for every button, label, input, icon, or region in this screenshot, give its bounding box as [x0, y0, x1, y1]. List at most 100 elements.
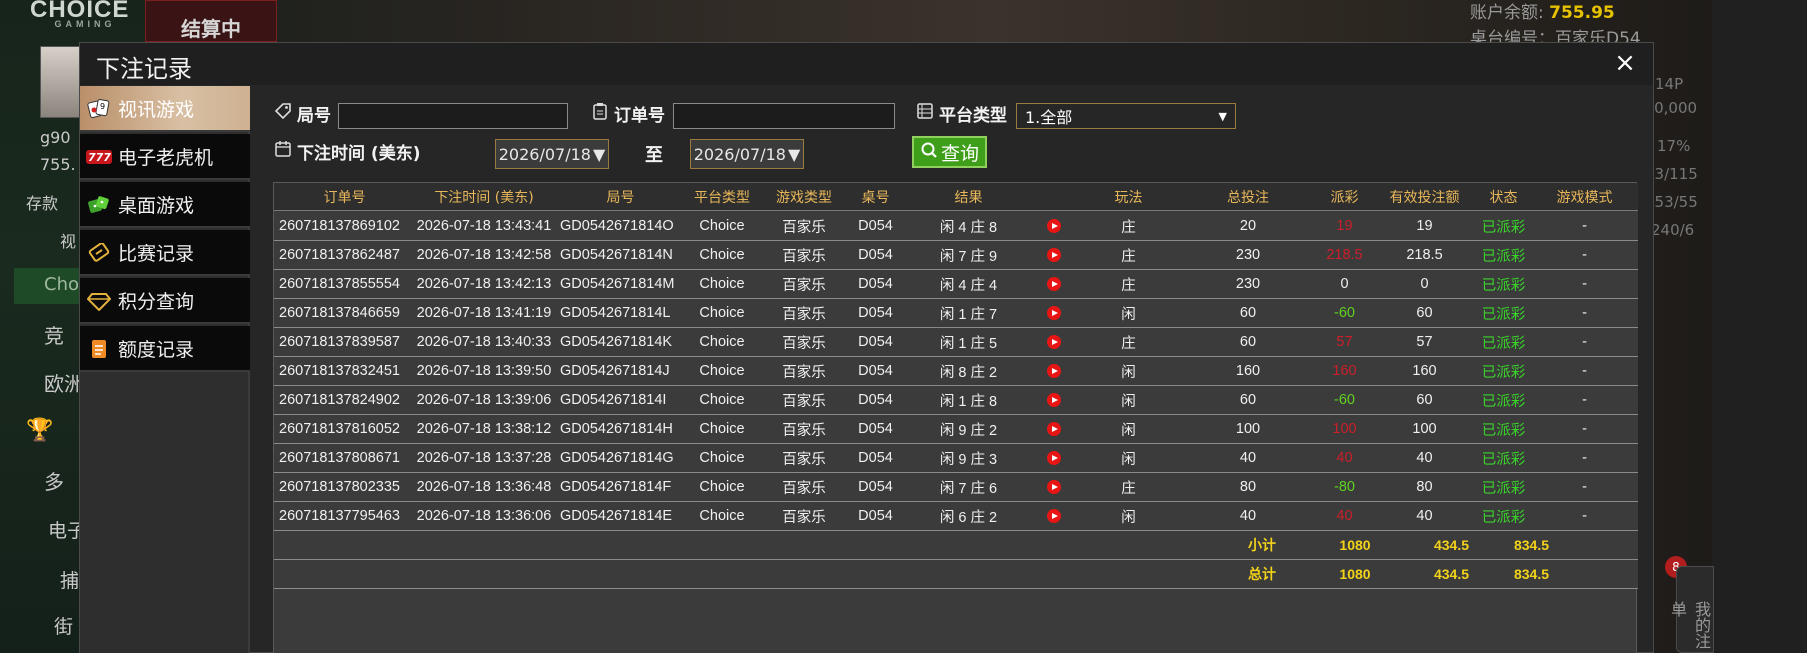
platform-select[interactable]: 1.全部 ▼ — [1016, 103, 1236, 129]
bg-europe[interactable]: 欧洲 — [44, 368, 84, 397]
order-filter-label: 订单号 — [590, 101, 665, 126]
table-row: 260718137846659 2026-07-18 13:41:19 GD0542… — [274, 299, 1638, 328]
cell-bet-time: 2026-07-18 13:41:19 — [416, 305, 552, 321]
cell-platform: Choice — [699, 392, 745, 408]
cell-replay[interactable] — [1031, 357, 1077, 385]
table-row: 260718137795463 2026-07-18 13:36:06 GD0542… — [274, 502, 1638, 531]
grand-total-row: 总计 1080 434.5 834.5 — [274, 560, 1638, 589]
sidebar-item-credit-records[interactable]: 额度记录 — [80, 326, 250, 372]
bet-time-label: 下注时间 (美东) — [273, 139, 420, 164]
bet-record-modal: 下注记录 × 9 视讯游戏 777 电子老虎机 桌面游戏 比赛记录 积分查询 额… — [79, 42, 1654, 653]
sidebar-item-label: 积分查询 — [118, 290, 195, 313]
play-video-icon[interactable] — [1047, 277, 1061, 291]
cell-table-no: D054 — [858, 508, 893, 524]
cell-round-number: GD0542671814K — [560, 334, 673, 350]
play-video-icon[interactable] — [1047, 509, 1061, 523]
sidebar-item-points[interactable]: 积分查询 — [80, 278, 250, 324]
cell-bet-type: 庄 — [1121, 335, 1136, 352]
cell-result: 闲 6 庄 2 — [939, 509, 998, 526]
play-video-icon[interactable] — [1047, 480, 1061, 494]
cell-replay[interactable] — [1031, 328, 1077, 356]
cell-bet-type: 闲 — [1121, 422, 1136, 439]
bg-multi[interactable]: 多 — [44, 466, 64, 495]
cell-game-mode: - — [1582, 247, 1587, 263]
date-to-picker[interactable]: 2026/07/18 ▼ — [690, 139, 804, 169]
cell-platform: Choice — [699, 479, 745, 495]
round-label-text: 局号 — [297, 106, 331, 126]
cell-result: 闲 7 庄 6 — [939, 480, 998, 497]
cell-valid-bet: 160 — [1412, 363, 1437, 379]
play-video-icon[interactable] — [1047, 248, 1061, 262]
cell-replay[interactable] — [1031, 270, 1077, 298]
my-bets-float-button[interactable]: 我的注单 — [1668, 566, 1714, 653]
play-video-icon[interactable] — [1047, 306, 1061, 320]
tag-icon — [273, 102, 293, 125]
balance-label: 账户余额: — [1470, 3, 1544, 23]
play-video-icon[interactable] — [1047, 364, 1061, 378]
header-time: 下注时间 (美东) — [434, 189, 534, 206]
search-icon — [920, 141, 938, 164]
cell-status: 已派彩 — [1481, 277, 1526, 294]
cell-game-type: 百家乐 — [782, 335, 826, 352]
sidebar-item-match-records[interactable]: 比赛记录 — [80, 230, 250, 276]
cell-replay[interactable] — [1031, 212, 1077, 240]
sidebar-item-slots[interactable]: 777 电子老虎机 — [80, 134, 250, 180]
trophy-icon: 🏆 — [26, 418, 54, 443]
order-number-input[interactable] — [673, 103, 895, 129]
brand-logo: CHOICE GAMING — [30, 0, 140, 29]
bg-choice-tab[interactable]: Cho — [14, 268, 82, 304]
round-input[interactable] — [338, 103, 568, 129]
cell-valid-bet: 60 — [1416, 392, 1433, 408]
bg-compete[interactable]: 竞 — [44, 320, 64, 349]
close-icon[interactable]: × — [1611, 49, 1639, 77]
subtotal-total: 1080 — [1339, 537, 1371, 553]
bg-fishing[interactable]: 捕 — [60, 566, 79, 593]
date-from-picker[interactable]: 2026/07/18 ▼ — [495, 139, 609, 169]
play-video-icon[interactable] — [1047, 451, 1061, 465]
sidebar-item-live-games[interactable]: 9 视讯游戏 — [80, 86, 250, 132]
order-label-text: 订单号 — [614, 106, 665, 126]
cell-valid-bet: 19 — [1416, 218, 1433, 234]
cell-order-number: 260718137795463 — [279, 508, 400, 524]
cell-valid-bet: 100 — [1412, 421, 1437, 437]
play-video-icon[interactable] — [1047, 335, 1061, 349]
cell-replay[interactable] — [1031, 241, 1077, 269]
cell-replay[interactable] — [1031, 444, 1077, 472]
header-round: 局号 — [606, 189, 635, 206]
cell-platform: Choice — [699, 421, 745, 437]
bg-live[interactable]: 视 — [60, 228, 76, 252]
cell-status: 已派彩 — [1481, 393, 1526, 410]
header-result: 结果 — [954, 189, 983, 206]
cell-replay[interactable] — [1031, 473, 1077, 501]
play-video-icon[interactable] — [1047, 422, 1061, 436]
cell-table-no: D054 — [858, 479, 893, 495]
svg-text:777: 777 — [88, 151, 111, 164]
sidebar-item-table-games[interactable]: 桌面游戏 — [80, 182, 250, 228]
bg-deposit[interactable]: 存款 — [26, 190, 58, 214]
dice-icon — [86, 193, 112, 217]
cell-status: 已派彩 — [1481, 335, 1526, 352]
document-icon — [86, 337, 112, 361]
bg-username: g90 — [40, 128, 71, 147]
header-game-type: 游戏类型 — [776, 189, 832, 206]
settling-indicator: 结算中 — [145, 0, 277, 42]
play-video-icon[interactable] — [1047, 219, 1061, 233]
cell-replay[interactable] — [1031, 386, 1077, 414]
cell-replay[interactable] — [1031, 502, 1077, 530]
cell-game-mode: - — [1582, 450, 1587, 466]
cell-order-number: 260718137816052 — [279, 421, 400, 437]
bg-street[interactable]: 街 — [54, 612, 73, 639]
cell-replay[interactable] — [1031, 299, 1077, 327]
cell-platform: Choice — [699, 218, 745, 234]
cell-game-type: 百家乐 — [782, 480, 826, 497]
cell-game-type: 百家乐 — [782, 277, 826, 294]
header-platform: 平台类型 — [694, 189, 750, 206]
cell-replay[interactable] — [1031, 415, 1077, 443]
cell-platform: Choice — [699, 363, 745, 379]
cell-bet-time: 2026-07-18 13:38:12 — [416, 421, 552, 437]
play-video-icon[interactable] — [1047, 393, 1061, 407]
chevron-down-icon: ▼ — [592, 144, 606, 164]
header-game-mode: 游戏模式 — [1556, 189, 1613, 206]
bg-stat: 240/6 — [1651, 221, 1695, 239]
query-button[interactable]: 查询 — [912, 136, 988, 168]
